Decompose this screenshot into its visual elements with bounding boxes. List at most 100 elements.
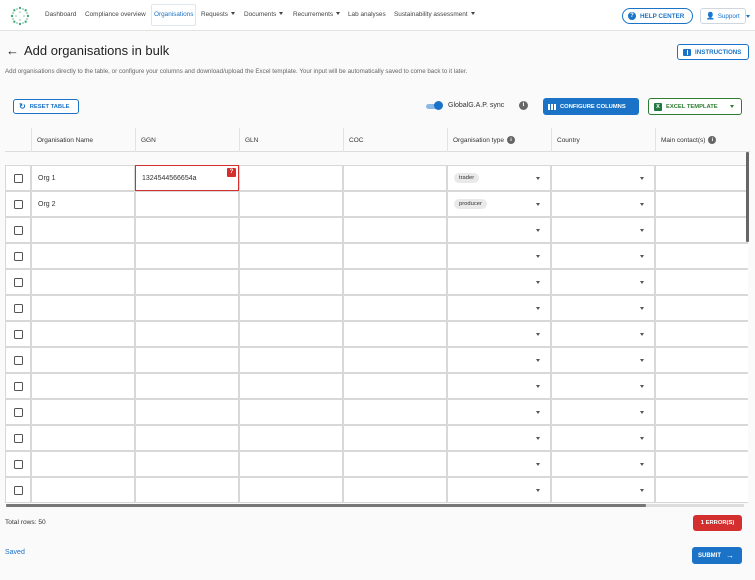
row-checkbox[interactable] bbox=[13, 459, 23, 469]
cell-coc[interactable] bbox=[343, 321, 447, 347]
cell-country[interactable] bbox=[551, 269, 655, 295]
nav-documents[interactable]: Documents bbox=[244, 11, 284, 18]
cell-cb[interactable] bbox=[5, 373, 31, 399]
cell-gln[interactable] bbox=[239, 295, 343, 321]
cell-ggn[interactable] bbox=[135, 373, 239, 399]
cell-country[interactable] bbox=[551, 191, 655, 217]
cell-gln[interactable] bbox=[239, 399, 343, 425]
cell-country[interactable] bbox=[551, 295, 655, 321]
cell-ggn[interactable] bbox=[135, 347, 239, 373]
back-arrow-icon[interactable]: ← bbox=[6, 44, 19, 57]
column-header-organisation-name[interactable]: Organisation Name bbox=[31, 128, 135, 152]
cell-type[interactable] bbox=[447, 269, 551, 295]
support-button[interactable]: 👤 Support bbox=[700, 8, 750, 24]
cell-gln[interactable] bbox=[239, 425, 343, 451]
row-checkbox[interactable] bbox=[13, 225, 23, 235]
cell-cb[interactable] bbox=[5, 347, 31, 373]
submit-button[interactable]: SUBMIT → bbox=[692, 547, 742, 564]
nav-dashboard[interactable]: Dashboard bbox=[45, 11, 76, 18]
info-icon[interactable]: i bbox=[506, 136, 515, 144]
cell-cb[interactable] bbox=[5, 477, 31, 503]
cell-type[interactable] bbox=[447, 243, 551, 269]
column-header-ggn[interactable]: GGN bbox=[135, 128, 239, 152]
row-checkbox[interactable] bbox=[13, 251, 23, 261]
cell-ggn[interactable] bbox=[135, 399, 239, 425]
cell-coc[interactable] bbox=[343, 451, 447, 477]
cell-contact[interactable] bbox=[655, 243, 748, 269]
cell-type[interactable] bbox=[447, 477, 551, 503]
cell-contact[interactable] bbox=[655, 321, 748, 347]
cell-cb[interactable] bbox=[5, 191, 31, 217]
cell-type[interactable] bbox=[447, 347, 551, 373]
cell-coc[interactable] bbox=[343, 477, 447, 503]
column-header-organisation-type[interactable]: Organisation type i bbox=[447, 128, 551, 152]
vertical-scrollbar[interactable] bbox=[746, 152, 749, 242]
instructions-button[interactable]: INSTRUCTIONS bbox=[677, 44, 749, 60]
cell-cb[interactable] bbox=[5, 321, 31, 347]
row-checkbox[interactable] bbox=[13, 303, 23, 313]
row-checkbox[interactable] bbox=[13, 381, 23, 391]
cell-type[interactable] bbox=[447, 451, 551, 477]
row-checkbox[interactable] bbox=[13, 329, 23, 339]
cell-cb[interactable] bbox=[5, 295, 31, 321]
cell-cb[interactable] bbox=[5, 269, 31, 295]
column-header-coc[interactable]: COC bbox=[343, 128, 447, 152]
cell-coc[interactable] bbox=[343, 347, 447, 373]
cell-coc[interactable] bbox=[343, 165, 447, 191]
row-checkbox[interactable] bbox=[13, 433, 23, 443]
configure-columns-button[interactable]: CONFIGURE COLUMNS bbox=[543, 98, 639, 115]
errors-button[interactable]: 1 ERROR(S) bbox=[693, 515, 742, 531]
cell-ggn[interactable] bbox=[135, 191, 239, 217]
cell-name[interactable]: Org 1 bbox=[31, 165, 135, 191]
cell-name[interactable] bbox=[31, 425, 135, 451]
cell-name[interactable] bbox=[31, 399, 135, 425]
cell-ggn[interactable] bbox=[135, 295, 239, 321]
reset-table-button[interactable]: ↻ RESET TABLE bbox=[13, 99, 79, 114]
cell-type[interactable]: trader bbox=[447, 165, 551, 191]
info-icon[interactable]: i bbox=[708, 136, 717, 144]
horizontal-scrollbar[interactable] bbox=[6, 504, 646, 507]
help-center-button[interactable]: ? HELP CENTER bbox=[622, 8, 693, 24]
excel-template-button[interactable]: X EXCEL TEMPLATE bbox=[648, 98, 742, 115]
cell-name[interactable] bbox=[31, 217, 135, 243]
cell-ggn[interactable] bbox=[135, 477, 239, 503]
cell-name[interactable] bbox=[31, 373, 135, 399]
cell-name[interactable] bbox=[31, 347, 135, 373]
cell-cb[interactable] bbox=[5, 451, 31, 477]
cell-gln[interactable] bbox=[239, 191, 343, 217]
row-checkbox[interactable] bbox=[13, 277, 23, 287]
cell-contact[interactable] bbox=[655, 269, 748, 295]
row-checkbox[interactable] bbox=[13, 485, 23, 495]
cell-country[interactable] bbox=[551, 243, 655, 269]
column-header-country[interactable]: Country bbox=[551, 128, 655, 152]
info-icon[interactable]: i bbox=[519, 101, 528, 110]
cell-contact[interactable] bbox=[655, 477, 748, 503]
nav-recurrements[interactable]: Recurrements bbox=[293, 11, 341, 18]
cell-name[interactable] bbox=[31, 243, 135, 269]
cell-name[interactable] bbox=[31, 269, 135, 295]
cell-gln[interactable] bbox=[239, 451, 343, 477]
cell-type[interactable] bbox=[447, 399, 551, 425]
column-header-main-contacts[interactable]: Main contact(s) i bbox=[655, 128, 750, 152]
cell-gln[interactable] bbox=[239, 373, 343, 399]
error-icon[interactable]: ? bbox=[227, 168, 236, 177]
cell-type[interactable] bbox=[447, 321, 551, 347]
cell-contact[interactable] bbox=[655, 165, 748, 191]
cell-cb[interactable] bbox=[5, 165, 31, 191]
cell-contact[interactable] bbox=[655, 347, 748, 373]
cell-contact[interactable] bbox=[655, 217, 748, 243]
nav-requests[interactable]: Requests bbox=[201, 11, 235, 18]
cell-type[interactable]: producer bbox=[447, 191, 551, 217]
cell-cb[interactable] bbox=[5, 243, 31, 269]
cell-country[interactable] bbox=[551, 373, 655, 399]
cell-cb[interactable] bbox=[5, 425, 31, 451]
cell-name[interactable] bbox=[31, 451, 135, 477]
cell-gln[interactable] bbox=[239, 269, 343, 295]
cell-gln[interactable] bbox=[239, 165, 343, 191]
cell-contact[interactable] bbox=[655, 399, 748, 425]
column-header-gln[interactable]: GLN bbox=[239, 128, 343, 152]
cell-gln[interactable] bbox=[239, 347, 343, 373]
cell-coc[interactable] bbox=[343, 373, 447, 399]
cell-ggn[interactable] bbox=[135, 451, 239, 477]
cell-contact[interactable] bbox=[655, 191, 748, 217]
